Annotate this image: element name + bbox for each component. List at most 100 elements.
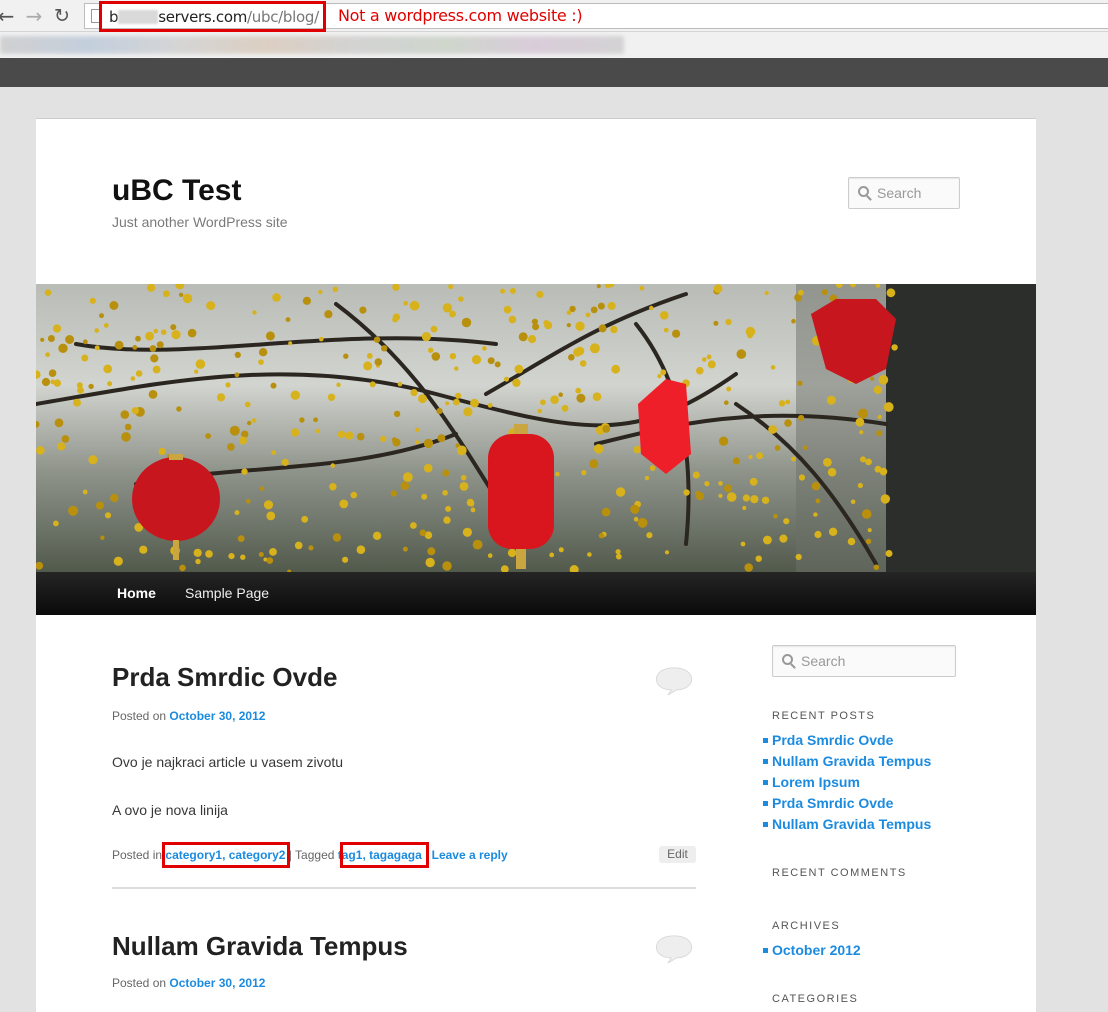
blossom <box>402 546 408 552</box>
sidebar-search-input[interactable]: Search <box>772 645 956 677</box>
blossom <box>54 418 64 428</box>
blossom <box>423 463 433 473</box>
blossom <box>428 347 434 353</box>
blossom <box>130 376 136 381</box>
blossom <box>500 565 509 572</box>
comment-bubble-icon[interactable] <box>653 666 695 696</box>
blossom <box>883 402 894 412</box>
blossom <box>885 550 893 557</box>
comment-bubble-icon[interactable] <box>653 934 695 964</box>
blossom <box>601 507 611 517</box>
blossom <box>870 376 875 381</box>
blossom <box>229 425 240 436</box>
blossom <box>58 343 68 353</box>
recent-post-link[interactable]: Nullam Gravida Tempus <box>762 816 931 837</box>
blossom <box>581 470 587 476</box>
recent-post-link[interactable]: Prda Smrdic Ovde <box>762 795 931 816</box>
blossom <box>234 510 240 516</box>
blossom <box>756 452 764 460</box>
blossom <box>442 561 452 571</box>
blossom <box>206 301 216 311</box>
blossom <box>415 427 420 432</box>
menu-item-home[interactable]: Home <box>117 585 156 601</box>
blossom <box>575 346 585 356</box>
blossom <box>587 552 592 557</box>
blossom <box>182 293 193 304</box>
blossom <box>487 403 493 408</box>
blossom <box>633 445 642 454</box>
blossom <box>132 345 138 350</box>
blossom <box>537 408 543 414</box>
edit-button[interactable]: Edit <box>659 846 696 863</box>
blossom <box>873 564 880 571</box>
recent-post-link[interactable]: Nullam Gravida Tempus <box>762 753 931 774</box>
blossom <box>423 438 434 449</box>
blossom <box>369 381 376 388</box>
blossom <box>660 369 667 376</box>
blossom <box>865 458 872 466</box>
post-title[interactable]: Prda Smrdic Ovde <box>112 662 337 693</box>
blossom <box>518 332 528 342</box>
blossom <box>568 354 575 361</box>
blossom <box>509 287 516 294</box>
blossom <box>512 378 521 387</box>
blossom <box>779 534 788 543</box>
blossom <box>566 310 572 315</box>
blossom <box>41 377 51 387</box>
blossom <box>419 529 427 537</box>
blossom <box>205 550 213 558</box>
blossom <box>859 430 864 435</box>
blossom <box>89 297 96 304</box>
header-search-input[interactable]: Search <box>848 177 960 209</box>
blossom <box>158 447 166 455</box>
blossom <box>94 345 100 351</box>
lantern-center <box>488 424 554 569</box>
blossom <box>332 286 339 293</box>
site-title[interactable]: uBC Test <box>112 174 241 208</box>
recent-post-link[interactable]: Lorem Ipsum <box>762 774 931 795</box>
blossom <box>454 366 459 371</box>
blossom <box>761 496 770 504</box>
blossom <box>272 293 281 302</box>
blossom <box>664 550 670 555</box>
blossom <box>246 499 251 504</box>
menu-item-sample-page[interactable]: Sample Page <box>185 585 269 601</box>
categories-annotation-box <box>162 842 290 868</box>
blossom <box>590 306 598 314</box>
blossom <box>290 428 300 437</box>
blossom <box>768 425 777 434</box>
blossom <box>145 331 154 341</box>
widget-title-archives: ARCHIVES <box>772 920 841 932</box>
blossom <box>798 474 806 481</box>
blossom <box>318 289 323 295</box>
blossom <box>649 465 656 471</box>
post-date-link[interactable]: October 30, 2012 <box>169 976 265 990</box>
blossom <box>784 419 792 427</box>
forward-icon[interactable]: → <box>24 5 44 27</box>
blossom <box>764 290 769 296</box>
post-date-line: Posted on October 30, 2012 <box>112 709 266 723</box>
archive-link[interactable]: October 2012 <box>763 942 861 963</box>
blossom <box>615 553 622 560</box>
blossom <box>847 537 856 546</box>
back-icon[interactable]: ← <box>0 5 16 27</box>
main-menu: Home Sample Page <box>36 572 1036 615</box>
search-icon <box>858 186 869 197</box>
blossom <box>330 463 336 468</box>
widget-title-recent-posts: RECENT POSTS <box>772 710 876 722</box>
blossom <box>736 349 747 359</box>
admin-bar <box>0 58 1108 87</box>
blossom <box>216 393 226 402</box>
blossom <box>392 316 398 323</box>
recent-post-link[interactable]: Prda Smrdic Ovde <box>762 732 931 753</box>
blossom <box>139 545 148 554</box>
leave-reply-link[interactable]: Leave a reply <box>432 848 508 862</box>
blossom <box>487 553 493 558</box>
blossom <box>135 335 141 342</box>
reload-icon[interactable]: ↻ <box>52 5 72 27</box>
post-title[interactable]: Nullam Gravida Tempus <box>112 931 408 962</box>
blossom <box>152 365 161 374</box>
blossom <box>593 444 604 454</box>
post-date-link[interactable]: October 30, 2012 <box>169 709 265 723</box>
blossom <box>374 358 383 366</box>
